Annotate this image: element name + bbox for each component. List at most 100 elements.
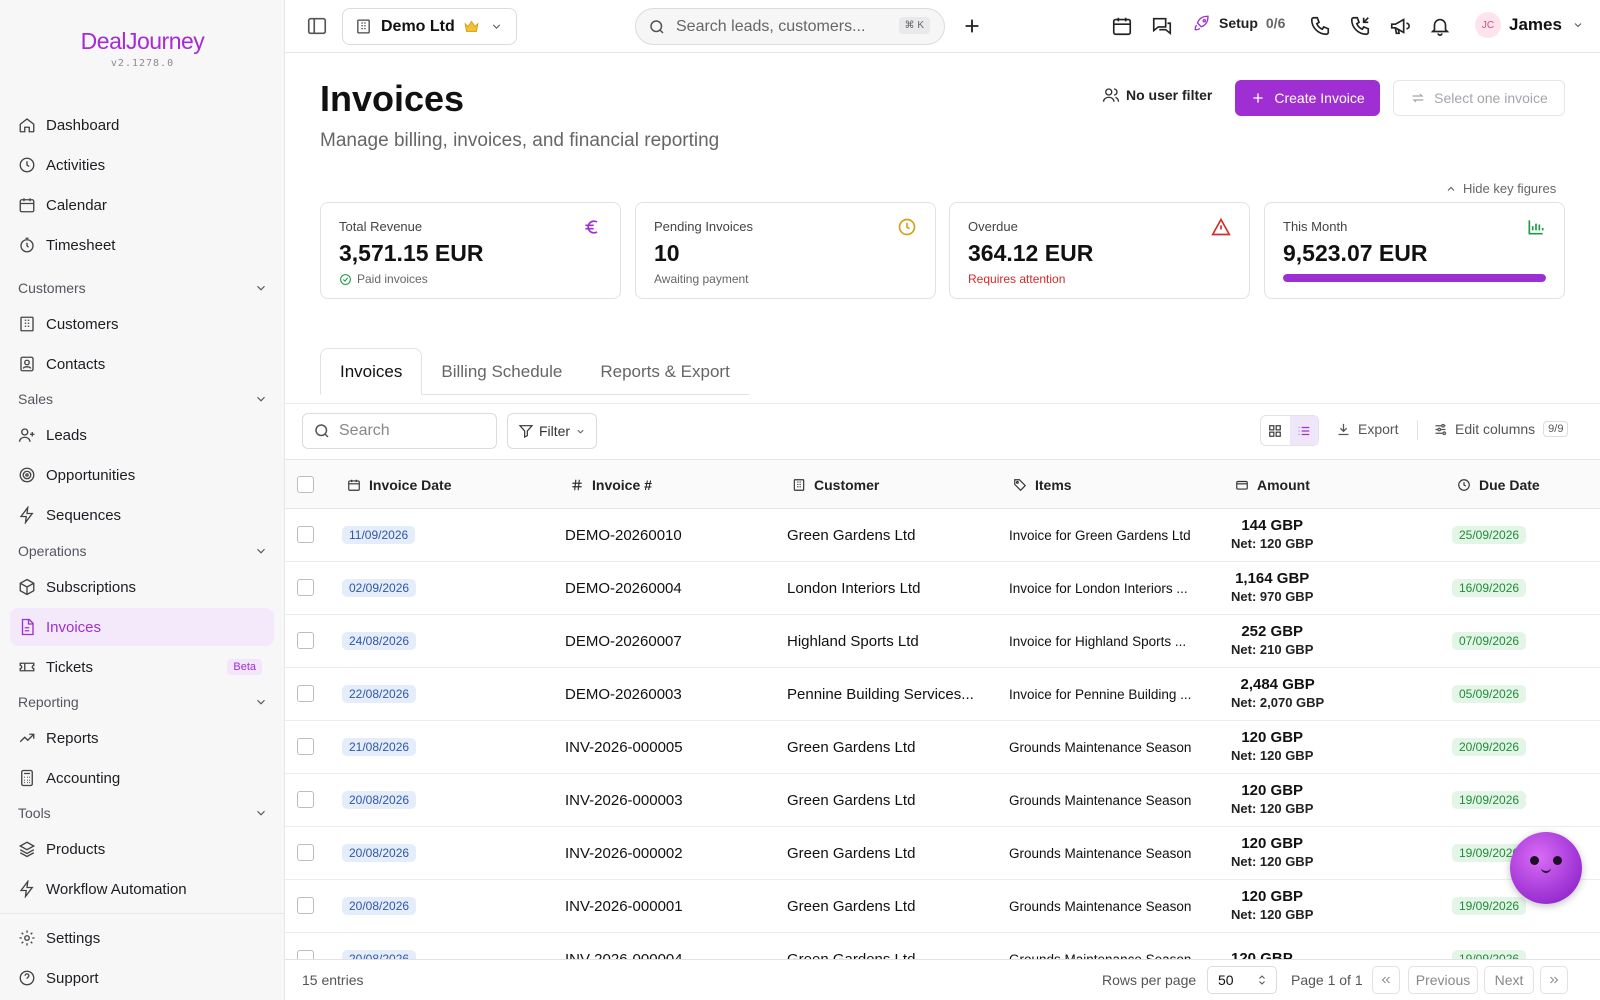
chevrons-right-icon xyxy=(1550,976,1559,984)
rows-per-page-select[interactable]: 50 xyxy=(1207,966,1277,994)
invoice-number[interactable]: DEMO-20260004 xyxy=(565,562,682,614)
sidebar-item-opportunities[interactable]: Opportunities xyxy=(10,456,274,494)
customer-name[interactable]: Green Gardens Ltd xyxy=(787,880,992,932)
column-header-items[interactable]: Items xyxy=(1013,460,1072,510)
invoice-number[interactable]: DEMO-20260010 xyxy=(565,509,682,561)
sidebar-item-timesheet[interactable]: Timesheet xyxy=(10,226,274,264)
select-one-invoice-button[interactable]: Select one invoice xyxy=(1393,80,1565,116)
setup-progress-button[interactable]: Setup 0/6 xyxy=(1193,14,1285,32)
row-checkbox[interactable] xyxy=(297,738,314,755)
sidebar-item-products[interactable]: Products xyxy=(10,830,274,868)
sidebar-item-workflow-automation[interactable]: Workflow Automation xyxy=(10,870,274,908)
sidebar-item-activities[interactable]: Activities xyxy=(10,146,274,184)
hide-key-figures-button[interactable]: Hide key figures xyxy=(1445,181,1556,196)
column-header-invoice-date[interactable]: Invoice Date xyxy=(347,460,451,510)
invoice-number[interactable]: INV-2026-000005 xyxy=(565,721,683,773)
messages-button[interactable] xyxy=(1150,14,1174,38)
tab-reports-export[interactable]: Reports & Export xyxy=(581,348,748,395)
row-checkbox[interactable] xyxy=(297,632,314,649)
sidebar-group-tools[interactable]: Tools xyxy=(18,805,268,821)
assistant-mascot-button[interactable] xyxy=(1510,832,1582,904)
customer-name[interactable]: Pennine Building Services... xyxy=(787,668,992,720)
company-switcher[interactable]: Demo Ltd xyxy=(342,8,517,45)
list-view-button[interactable] xyxy=(1289,416,1318,445)
select-all-checkbox[interactable] xyxy=(297,476,314,493)
previous-page-button[interactable]: Previous xyxy=(1408,966,1478,994)
sidebar-item-support[interactable]: Support xyxy=(10,959,274,997)
notifications-button[interactable] xyxy=(1428,14,1452,38)
bell-icon xyxy=(1430,18,1450,36)
sidebar-item-calendar[interactable]: Calendar xyxy=(10,186,274,224)
invoice-number[interactable]: DEMO-20260007 xyxy=(565,615,682,667)
invoice-number[interactable]: INV-2026-000002 xyxy=(565,827,683,879)
sidebar-item-label: Timesheet xyxy=(46,236,116,254)
row-checkbox[interactable] xyxy=(297,791,314,808)
export-button[interactable]: Export xyxy=(1336,421,1398,437)
grid-view-button[interactable] xyxy=(1261,416,1290,445)
column-header-due-date[interactable]: Due Date xyxy=(1457,460,1540,510)
row-checkbox[interactable] xyxy=(297,579,314,596)
table-row[interactable]: 24/08/2026 DEMO-20260007 Highland Sports… xyxy=(285,615,1600,668)
tab-invoices[interactable]: Invoices xyxy=(320,348,423,395)
user-filter-button[interactable]: No user filter xyxy=(1102,86,1212,104)
calendar-button[interactable] xyxy=(1110,14,1134,38)
tab-billing-schedule[interactable]: Billing Schedule xyxy=(422,348,581,395)
sidebar-item-customers[interactable]: Customers xyxy=(10,305,274,343)
customer-name[interactable]: Highland Sports Ltd xyxy=(787,615,992,667)
sidebar-item-accounting[interactable]: Accounting xyxy=(10,759,274,797)
alert-icon xyxy=(1211,217,1231,236)
phone-button[interactable] xyxy=(1308,14,1332,38)
table-row[interactable]: 11/09/2026 DEMO-20260010 Green Gardens L… xyxy=(285,509,1600,562)
table-row[interactable]: 20/08/2026 INV-2026-000001 Green Gardens… xyxy=(285,880,1600,933)
column-header-invoice-number[interactable]: Invoice # xyxy=(570,460,652,510)
sidebar-item-reports[interactable]: Reports xyxy=(10,719,274,757)
sidebar-group-sales[interactable]: Sales xyxy=(18,391,268,407)
invoice-number[interactable]: INV-2026-000003 xyxy=(565,774,683,826)
row-checkbox[interactable] xyxy=(297,526,314,543)
next-page-button[interactable]: Next xyxy=(1484,966,1534,994)
filter-button[interactable]: Filter xyxy=(507,413,597,449)
sidebar-item-subscriptions[interactable]: Subscriptions xyxy=(10,568,274,606)
column-header-amount[interactable]: Amount xyxy=(1235,460,1310,510)
quick-add-button[interactable] xyxy=(960,14,984,38)
user-plus-icon xyxy=(18,428,35,442)
global-search-input[interactable]: Search leads, customers... ⌘ K xyxy=(635,8,945,45)
table-row[interactable]: 20/08/2026 INV-2026-000003 Green Gardens… xyxy=(285,774,1600,827)
sidebar-item-tickets[interactable]: Tickets Beta xyxy=(10,648,274,686)
announcements-button[interactable] xyxy=(1388,14,1412,38)
sidebar-item-contacts[interactable]: Contacts xyxy=(10,345,274,383)
target-icon xyxy=(19,467,35,483)
customer-name[interactable]: Green Gardens Ltd xyxy=(787,774,992,826)
user-menu[interactable]: JC James xyxy=(1475,12,1584,38)
last-page-button[interactable] xyxy=(1540,966,1568,994)
row-checkbox[interactable] xyxy=(297,685,314,702)
table-row[interactable]: 22/08/2026 DEMO-20260003 Pennine Buildin… xyxy=(285,668,1600,721)
sidebar-toggle-button[interactable] xyxy=(305,14,329,38)
customer-name[interactable]: Green Gardens Ltd xyxy=(787,827,992,879)
sidebar-group-reporting[interactable]: Reporting xyxy=(18,694,268,710)
sidebar-group-operations[interactable]: Operations xyxy=(18,543,268,559)
sidebar-group-customers[interactable]: Customers xyxy=(18,280,268,296)
sidebar-item-invoices[interactable]: Invoices xyxy=(10,608,274,646)
table-row[interactable]: 20/08/2026 INV-2026-000002 Green Gardens… xyxy=(285,827,1600,880)
invoice-number[interactable]: DEMO-20260003 xyxy=(565,668,682,720)
row-checkbox[interactable] xyxy=(297,897,314,914)
edit-columns-button[interactable]: Edit columns 9/9 xyxy=(1433,421,1569,437)
invoice-number[interactable]: INV-2026-000001 xyxy=(565,880,683,932)
column-header-customer[interactable]: Customer xyxy=(792,460,879,510)
customer-name[interactable]: Green Gardens Ltd xyxy=(787,721,992,773)
customer-name[interactable]: Green Gardens Ltd xyxy=(787,509,992,561)
first-page-button[interactable] xyxy=(1372,966,1400,994)
sidebar-item-leads[interactable]: Leads xyxy=(10,416,274,454)
table-row[interactable]: 21/08/2026 INV-2026-000005 Green Gardens… xyxy=(285,721,1600,774)
sidebar-item-sequences[interactable]: Sequences xyxy=(10,496,274,534)
row-checkbox[interactable] xyxy=(297,844,314,861)
call-log-button[interactable] xyxy=(1348,14,1372,38)
table-row[interactable]: 02/09/2026 DEMO-20260004 London Interior… xyxy=(285,562,1600,615)
sidebar-item-dashboard[interactable]: Dashboard xyxy=(10,106,274,144)
customer-name[interactable]: London Interiors Ltd xyxy=(787,562,992,614)
table-search-input[interactable]: Search xyxy=(302,413,497,449)
create-invoice-button[interactable]: Create Invoice xyxy=(1235,80,1380,116)
logo[interactable]: DealJourney v2.1278.0 xyxy=(0,28,285,69)
sidebar-item-settings[interactable]: Settings xyxy=(10,919,274,957)
